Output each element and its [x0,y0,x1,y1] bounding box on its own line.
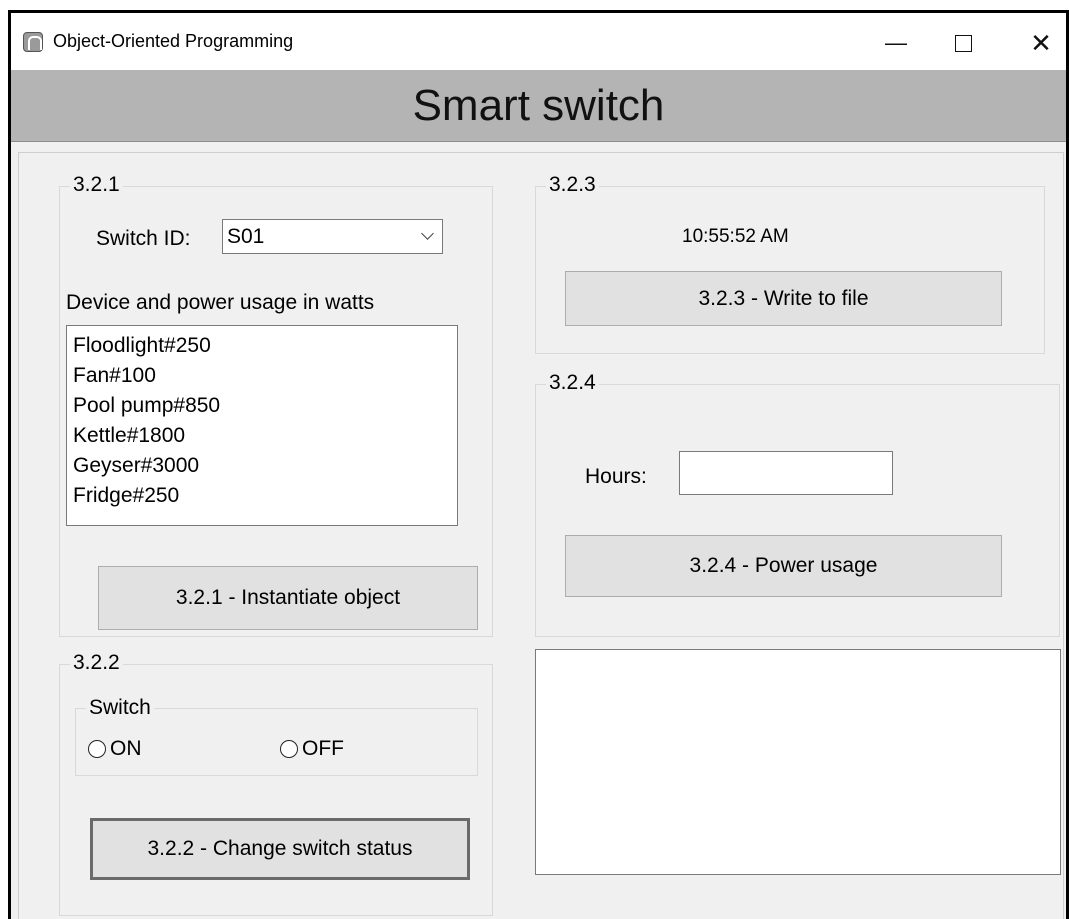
list-item[interactable]: Kettle#1800 [73,421,451,451]
chevron-down-icon[interactable] [421,227,434,240]
instantiate-object-button[interactable]: 3.2.1 - Instantiate object [98,566,478,630]
maximize-button[interactable] [943,23,983,63]
devices-listbox[interactable]: Floodlight#250 Fan#100 Pool pump#850 Ket… [66,325,458,526]
change-switch-status-button[interactable]: 3.2.2 - Change switch status [90,818,470,880]
hours-input[interactable] [679,451,893,495]
list-item[interactable]: Floodlight#250 [73,331,451,361]
group-3-2-2: 3.2.2 Switch ON OFF 3.2.2 - Change switc… [59,651,493,916]
radio-circle-icon[interactable] [280,740,298,758]
power-usage-button[interactable]: 3.2.4 - Power usage [565,535,1002,597]
output-textbox[interactable] [535,649,1061,875]
list-item[interactable]: Pool pump#850 [73,391,451,421]
time-label: 10:55:52 AM [682,226,789,247]
page-title: Smart switch [412,81,665,130]
switch-id-dropdown[interactable]: S01 [222,219,443,254]
switch-off-radio[interactable]: OFF [280,737,344,761]
switch-id-value: S01 [227,225,265,248]
list-item[interactable]: Geyser#3000 [73,451,451,481]
write-to-file-button[interactable]: 3.2.3 - Write to file [565,271,1002,326]
header-panel: Smart switch [11,70,1066,142]
radio-circle-icon[interactable] [88,740,106,758]
switch-on-label: ON [110,737,142,760]
switch-groupbox: Switch ON OFF [75,696,478,776]
window-title: Object-Oriented Programming [53,31,294,51]
app-window: Object-Oriented Programming — ✕ Smart sw… [8,10,1069,919]
group-3-2-3: 3.2.3 10:55:52 AM 3.2.3 - Write to file [535,173,1045,354]
title-bar: Object-Oriented Programming — ✕ [11,13,1066,70]
switch-on-radio[interactable]: ON [88,737,142,761]
group-3-2-2-label: 3.2.2 [70,651,123,675]
minimize-button[interactable]: — [876,23,916,63]
close-button[interactable]: ✕ [1021,23,1061,63]
group-3-2-4: 3.2.4 Hours: 3.2.4 - Power usage [535,371,1060,637]
group-3-2-1: 3.2.1 Switch ID: S01 Device and power us… [59,173,493,637]
group-3-2-4-label: 3.2.4 [546,371,599,395]
list-item[interactable]: Fridge#250 [73,481,451,511]
switch-group-label: Switch [86,696,154,720]
list-item[interactable]: Fan#100 [73,361,451,391]
hours-label: Hours: [585,465,647,488]
switch-id-label: Switch ID: [96,227,191,250]
switch-off-label: OFF [302,737,344,760]
group-3-2-1-label: 3.2.1 [70,173,123,197]
devices-label: Device and power usage in watts [66,291,375,314]
group-3-2-3-label: 3.2.3 [546,173,599,197]
app-icon [23,32,43,52]
client-area: 3.2.1 Switch ID: S01 Device and power us… [18,152,1064,919]
